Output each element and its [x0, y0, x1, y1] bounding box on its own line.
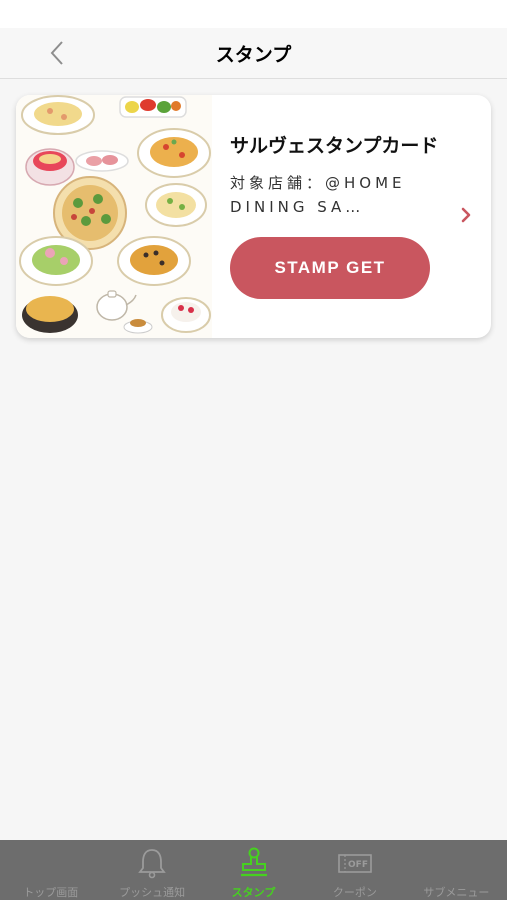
- page-title: スタンプ: [215, 44, 292, 66]
- bottom-tab-bar: トップ画面 プッシュ通知 スタンプ OFF クーポン サブメニュー: [0, 840, 507, 900]
- tab-coupon[interactable]: OFF クーポン: [304, 840, 405, 900]
- tab-label: プッシュ通知: [119, 886, 186, 899]
- tab-top[interactable]: トップ画面: [0, 840, 101, 900]
- menu-icon: [439, 846, 473, 880]
- card-title: サルヴェスタンプカード: [230, 135, 439, 157]
- tab-label: スタンプ: [231, 886, 276, 899]
- chevron-right-icon[interactable]: [460, 207, 472, 223]
- tab-label: トップ画面: [23, 886, 79, 899]
- target-store-text: 対象店舗：@HOME DINING SA…: [230, 174, 406, 216]
- tab-submenu[interactable]: サブメニュー: [406, 840, 507, 900]
- tab-stamp[interactable]: スタンプ: [203, 840, 304, 900]
- stamp-get-button[interactable]: STAMP GET: [230, 237, 430, 299]
- tab-label: クーポン: [332, 886, 377, 899]
- stamp-card[interactable]: サルヴェスタンプカード 対象店舗：@HOME DINING SA… STAMP …: [16, 95, 491, 338]
- bell-icon: [138, 849, 166, 879]
- status-bar: [0, 0, 507, 28]
- stamp-icon: [240, 847, 267, 877]
- coupon-icon: OFF: [338, 854, 372, 873]
- home-icon: [34, 846, 68, 880]
- tab-push-notifications[interactable]: プッシュ通知: [101, 840, 202, 900]
- tab-label: サブメニュー: [423, 886, 490, 899]
- navigation-bar: スタンプ: [0, 28, 507, 79]
- food-illustration: [16, 95, 212, 338]
- coupon-icon-text: OFF: [348, 860, 368, 870]
